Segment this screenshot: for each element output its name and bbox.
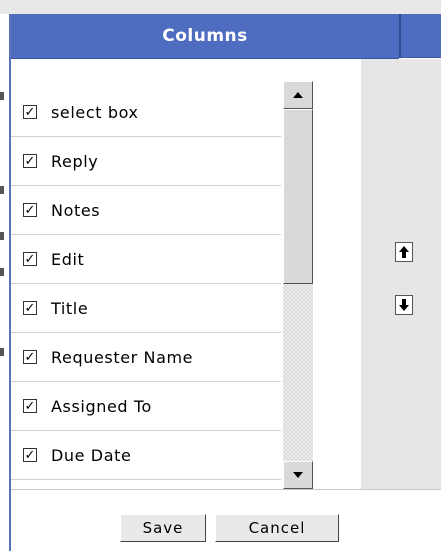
column-row[interactable]: ✓ Reply	[11, 137, 281, 186]
cancel-button[interactable]: Cancel	[215, 514, 339, 542]
arrow-down-icon	[399, 299, 409, 311]
column-row[interactable]: ✓ Edit	[11, 235, 281, 284]
list-scrollbar[interactable]	[283, 81, 313, 489]
dialog-title: Columns	[11, 14, 399, 59]
column-label: Reply	[51, 151, 99, 171]
column-row[interactable]: ✓ Title	[11, 284, 281, 333]
column-label: Edit	[51, 249, 85, 269]
column-label: Notes	[51, 200, 101, 220]
column-row[interactable]: ✓ Assigned To	[11, 382, 281, 431]
dialog-footer: Save Cancel	[11, 489, 441, 551]
arrow-up-icon	[399, 246, 409, 258]
reorder-panel	[361, 59, 441, 489]
column-row[interactable]: ✓ select box	[11, 88, 281, 137]
column-label: select box	[51, 102, 139, 122]
save-button[interactable]: Save	[120, 514, 206, 542]
column-row[interactable]: ✓ Due Date	[11, 431, 281, 480]
scroll-down-button[interactable]	[283, 461, 313, 489]
column-checkbox[interactable]: ✓	[23, 448, 37, 462]
scroll-thumb[interactable]	[283, 109, 313, 284]
column-checkbox[interactable]: ✓	[23, 301, 37, 315]
column-row[interactable]: ✓ Notes	[11, 186, 281, 235]
background-mark	[0, 232, 4, 240]
background-mark	[0, 348, 4, 356]
background-mark	[0, 92, 4, 100]
column-checkbox[interactable]: ✓	[23, 252, 37, 266]
background-strip	[0, 0, 441, 14]
column-checkbox[interactable]: ✓	[23, 105, 37, 119]
background-mark	[0, 268, 4, 276]
move-up-button[interactable]	[395, 242, 413, 262]
scroll-up-icon	[293, 92, 303, 98]
column-label: Assigned To	[51, 396, 152, 416]
scroll-up-button[interactable]	[283, 81, 313, 109]
scroll-down-icon	[293, 472, 303, 478]
column-list: ✓ select box ✓ Reply ✓ Notes ✓ Edit ✓ Title ✓ Reque…	[11, 88, 281, 488]
column-checkbox[interactable]: ✓	[23, 350, 37, 364]
columns-dialog: Columns ✓ select box ✓ Reply ✓ Notes ✓ Edit ✓ Tit…	[9, 14, 441, 551]
column-label: Title	[51, 298, 89, 318]
column-label: Due Date	[51, 445, 132, 465]
header-right-section	[399, 14, 441, 58]
column-checkbox[interactable]: ✓	[23, 399, 37, 413]
column-checkbox[interactable]: ✓	[23, 154, 37, 168]
column-label: Requester Name	[51, 347, 194, 367]
column-row[interactable]: ✓ Requester Name	[11, 333, 281, 382]
move-down-button[interactable]	[395, 295, 413, 315]
column-checkbox[interactable]: ✓	[23, 203, 37, 217]
background-mark	[0, 186, 4, 194]
